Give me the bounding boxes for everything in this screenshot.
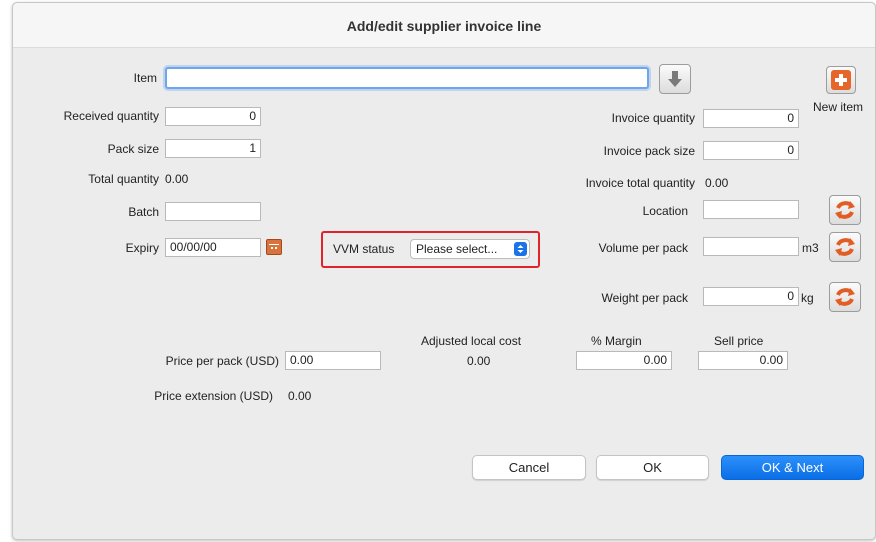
margin-input[interactable]: 0.00 [576,351,672,370]
location-refresh-button[interactable] [829,195,861,225]
cancel-button[interactable]: Cancel [472,455,586,480]
chevron-updown-icon [514,242,527,256]
adjusted-local-cost-value: 0.00 [467,354,491,368]
invoice-total-quantity-value: 0.00 [705,176,729,190]
weight-refresh-button[interactable] [829,282,861,312]
weight-per-pack-label: Weight per pack [601,291,689,305]
item-label: Item [133,71,157,85]
total-quantity-label: Total quantity [88,172,159,186]
pack-size-label: Pack size [107,142,159,156]
volume-refresh-button[interactable] [829,232,861,262]
vvm-status-select[interactable]: Please select... [410,239,530,259]
volume-per-pack-label: Volume per pack [598,241,688,255]
price-per-pack-input[interactable]: 0.00 [285,351,381,370]
invoice-pack-size-label: Invoice pack size [603,144,695,158]
total-quantity-value: 0.00 [165,172,189,186]
weight-per-pack-input[interactable]: 0 [703,287,799,306]
ok-button[interactable]: OK [596,455,709,480]
batch-input[interactable] [165,202,261,221]
expiry-label: Expiry [125,241,159,255]
title-bar: Add/edit supplier invoice line [13,3,875,48]
invoice-quantity-input[interactable]: 0 [703,109,799,128]
price-extension-label: Price extension (USD) [154,389,273,403]
item-lookup-button[interactable] [659,64,691,94]
invoice-pack-size-input[interactable]: 0 [703,141,799,160]
calendar-grid-icon [269,244,279,249]
vvm-status-selected: Please select... [416,242,498,256]
price-extension-value: 0.00 [288,389,312,403]
sell-price-input[interactable]: 0.00 [698,351,788,370]
vvm-status-label: VVM status [333,242,395,256]
location-label: Location [642,204,688,218]
received-quantity-label: Received quantity [63,109,159,123]
price-per-pack-label: Price per pack (USD) [165,354,279,368]
ok-next-button[interactable]: OK & Next [721,455,864,480]
vvm-status-highlight: VVM status Please select... [321,231,540,268]
margin-label: % Margin [591,334,642,348]
dialog-title: Add/edit supplier invoice line [346,18,542,34]
dialog-window: Add/edit supplier invoice line Item New … [12,2,876,540]
received-quantity-input[interactable]: 0 [165,107,261,126]
download-arrow-icon [668,71,682,87]
invoice-total-quantity-label: Invoice total quantity [585,176,695,190]
refresh-icon [835,238,855,256]
calendar-icon[interactable] [266,239,282,255]
refresh-icon [835,201,855,219]
new-item-label: New item [813,100,864,114]
new-item-button[interactable] [826,66,856,94]
volume-unit: m3 [802,241,819,255]
pack-size-input[interactable]: 1 [165,139,261,158]
expiry-input[interactable]: 00/00/00 [165,238,261,257]
location-input[interactable] [703,200,799,219]
volume-per-pack-input[interactable] [703,237,799,256]
invoice-quantity-label: Invoice quantity [611,111,695,125]
weight-unit: kg [801,291,814,305]
refresh-icon [835,288,855,306]
adjusted-local-cost-label: Adjusted local cost [421,334,522,348]
item-input[interactable] [165,67,649,89]
plus-icon [831,70,851,90]
batch-label: Batch [128,205,159,219]
sell-price-label: Sell price [714,334,764,348]
